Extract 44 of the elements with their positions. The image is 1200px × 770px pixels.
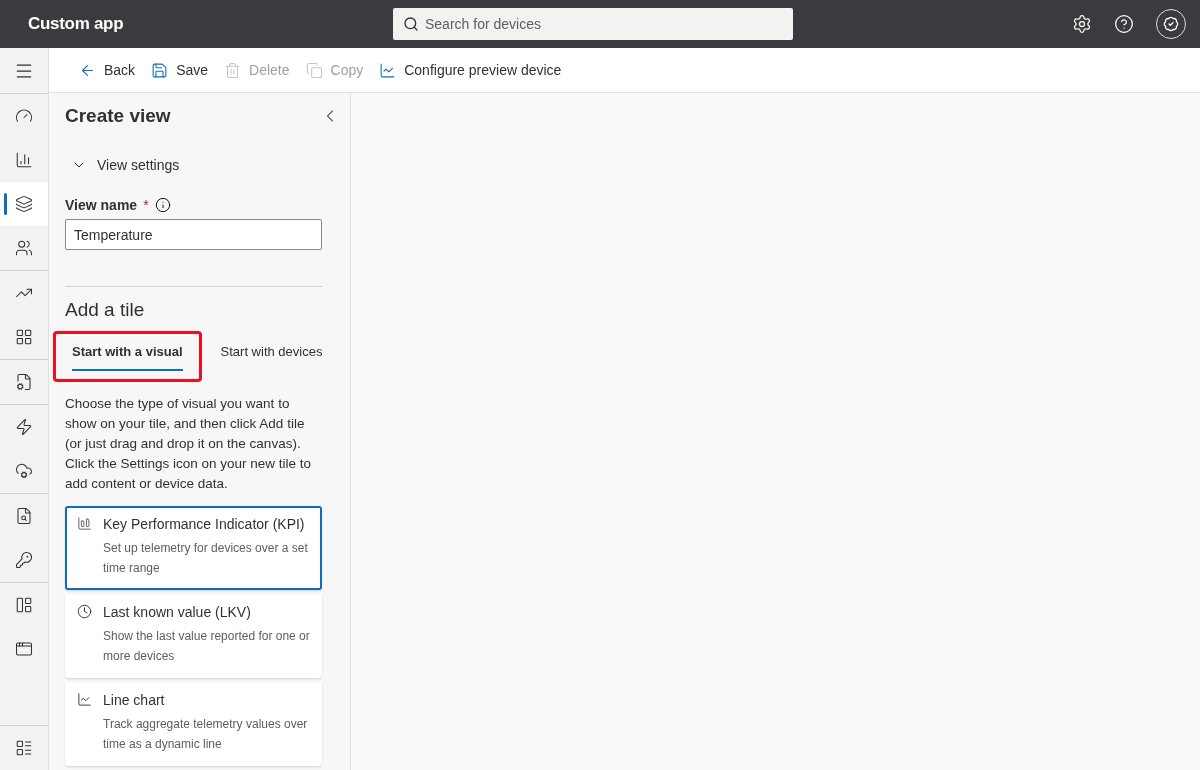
- tab[interactable]: Start with devices: [201, 331, 342, 382]
- bar-chart-icon: [15, 151, 33, 169]
- app-title: Custom app: [28, 14, 125, 34]
- settings-button[interactable]: [1072, 14, 1092, 34]
- tile-option[interactable]: Line chart Track aggregate telemetry values over time as a dynamic line: [65, 682, 322, 766]
- grid-icon: [15, 328, 33, 346]
- layout-icon: [15, 596, 33, 614]
- required-mark: *: [143, 197, 149, 213]
- search-icon: [403, 16, 419, 32]
- settings-icon: [1072, 14, 1092, 34]
- description: Choose the type of visual you want to show on your tile, and then click Add tile (or just drag and drop it on the canvas). Click the Settings icon on your new tile to add content or device data.: [65, 395, 313, 493]
- bar-chart-icon: [77, 516, 92, 531]
- cloud-icon: [15, 462, 33, 480]
- info-icon: [154, 197, 171, 213]
- grid-list-icon: [15, 739, 33, 757]
- panel-title: Create view: [65, 105, 171, 127]
- stacked-pages-icon: [15, 195, 33, 213]
- field-label: View name: [65, 197, 138, 213]
- tab[interactable]: Start with a visual: [53, 331, 202, 382]
- clock-icon: [77, 604, 92, 619]
- back-button[interactable]: Back: [79, 57, 136, 83]
- section-toggle[interactable]: View settings: [65, 157, 180, 173]
- people-icon: [15, 239, 33, 257]
- window-gear-icon: [15, 640, 33, 658]
- nav-item[interactable]: [0, 182, 48, 226]
- section-heading: Add a tile: [65, 299, 146, 321]
- document-search-icon: [15, 507, 33, 525]
- trash-icon: [224, 61, 242, 79]
- save-button[interactable]: Save: [151, 57, 209, 83]
- help-icon: [1114, 14, 1134, 34]
- save-icon: [151, 61, 169, 79]
- preview-button[interactable]: Configure preview device: [379, 57, 562, 83]
- tile-option[interactable]: Last known value (LKV) Show the last value reported for one or more devices: [65, 594, 322, 678]
- tile-option[interactable]: Key Performance Indicator (KPI) Set up telemetry for devices over a set time range: [65, 506, 322, 590]
- document-gear-icon: [15, 373, 33, 391]
- view-name-field[interactable]: Temperature: [65, 219, 322, 250]
- line-chart-icon: [77, 692, 92, 707]
- lightning-icon: [15, 418, 33, 436]
- help-button[interactable]: [1114, 14, 1134, 34]
- chart-icon: [379, 61, 397, 79]
- search-field[interactable]: Search for devices: [393, 8, 793, 40]
- copy-icon: [305, 61, 323, 79]
- gauge-icon: [15, 107, 33, 125]
- key-icon: [15, 551, 33, 569]
